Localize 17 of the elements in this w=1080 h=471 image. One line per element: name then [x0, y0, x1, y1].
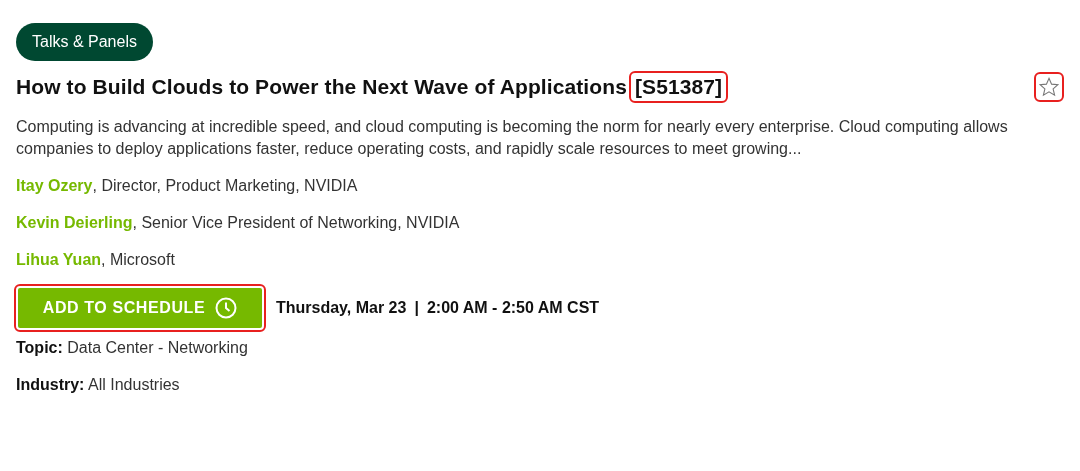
clock-icon	[215, 297, 238, 319]
detail-label: Industry:	[16, 376, 85, 393]
speaker-role: , Director, Product Marketing, NVIDIA	[92, 177, 358, 194]
speaker-name[interactable]: Lihua Yuan	[16, 251, 102, 268]
speaker-name[interactable]: Itay Ozery	[16, 177, 93, 194]
session-date: Thursday, Mar 23	[276, 299, 407, 317]
detail-value: Data Center - Networking	[67, 339, 248, 356]
detail-value: All Industries	[88, 376, 180, 393]
speaker-role: , Senior Vice President of Networking, NVIDIA	[132, 214, 460, 231]
speaker-name[interactable]: Kevin Deierling	[16, 214, 133, 231]
detail-label: Topic:	[16, 339, 63, 356]
session-title: How to Build Clouds to Power the Next Wave of Applications	[16, 75, 627, 99]
separator: |	[414, 299, 419, 317]
session-time: 2:00 AM - 2:50 AM CST	[426, 299, 600, 317]
session-description: Computing is advancing at incredible speed, and cloud computing is becoming the norm for nearly every enterprise. Cloud computing allows companies to deploy applications faster, reduce operating costs, and rapidly scale resources to meet growing...	[16, 117, 1009, 159]
speaker-role: , Microsoft	[101, 251, 175, 268]
category-tag: Talks & Panels	[16, 23, 153, 61]
